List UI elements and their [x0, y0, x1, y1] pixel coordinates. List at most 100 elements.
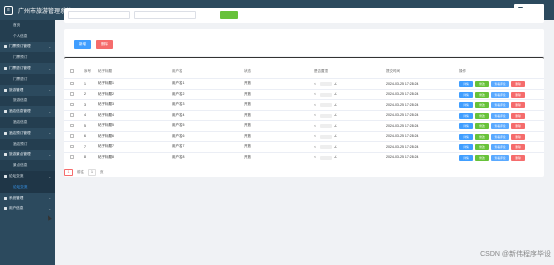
column-header: 是否置顶 [314, 68, 328, 73]
row-delete-button[interactable]: 删除 [511, 133, 525, 140]
detail-button[interactable]: 详情 [459, 112, 473, 119]
sidebar-item[interactable]: 门票预订 [0, 52, 55, 64]
search-input-2[interactable] [134, 11, 196, 19]
pin-toggle[interactable] [320, 92, 332, 97]
edit-button[interactable]: 修改 [475, 112, 489, 119]
edit-icon[interactable]: ∠ [334, 92, 337, 96]
sidebar-item[interactable]: 门票退订 [0, 73, 55, 85]
row-checkbox[interactable] [70, 81, 74, 86]
sidebar-item[interactable]: 酒店预订 [0, 138, 55, 150]
share-icon[interactable]: < [314, 134, 316, 138]
edit-icon[interactable]: ∠ [334, 124, 337, 128]
menu-group-icon [4, 131, 7, 135]
sidebar-group[interactable]: 门票退订管理 ⌄ [0, 63, 55, 74]
add-button[interactable]: 新增 [74, 40, 91, 49]
column-header: 状态 [244, 68, 251, 73]
edit-button[interactable]: 修改 [475, 154, 489, 161]
row-delete-button[interactable]: 删除 [511, 112, 525, 119]
sidebar-item[interactable]: 景点信息 [0, 160, 55, 172]
pin-toggle[interactable] [320, 145, 332, 149]
sidebar-item[interactable]: 论坛交流 [0, 181, 55, 193]
row-delete-button[interactable]: 删除 [511, 144, 525, 150]
edit-button[interactable]: 修改 [475, 91, 489, 98]
cell-no: 8 [84, 155, 86, 159]
row-checkbox[interactable] [70, 134, 74, 138]
page-input[interactable]: 1 [88, 168, 96, 176]
sidebar-item[interactable]: 首页 [0, 20, 55, 31]
edit-icon[interactable]: ∠ [334, 113, 337, 117]
delete-button[interactable]: 删除 [96, 40, 113, 49]
row-delete-button[interactable]: 删除 [511, 123, 525, 129]
comment-button[interactable]: 查看评论 [491, 112, 509, 119]
sidebar-item[interactable]: 个人信息 [0, 30, 55, 42]
table-row: 8 帖子标题8 用户名8 开放 < ∠ 2024-03-25 17:28:24 详情 修改 查看评… [64, 151, 544, 162]
edit-button[interactable]: 修改 [475, 81, 489, 87]
sidebar-group[interactable]: 酒店信息管理 ⌄ [0, 106, 55, 117]
detail-button[interactable]: 详情 [459, 102, 473, 108]
comment-button[interactable]: 查看评论 [491, 154, 509, 161]
share-icon[interactable]: < [314, 103, 316, 107]
share-icon[interactable]: < [314, 124, 316, 128]
comment-button[interactable]: 查看评论 [491, 91, 509, 98]
edit-icon[interactable]: ∠ [334, 82, 337, 86]
comment-button[interactable]: 查看评论 [491, 144, 509, 150]
menu-icon[interactable]: ≡ [4, 5, 13, 15]
edit-button[interactable]: 修改 [475, 144, 489, 150]
edit-button[interactable]: 修改 [475, 123, 489, 129]
sidebar-label: 论坛交流 [13, 184, 28, 189]
row-checkbox[interactable] [70, 123, 74, 128]
share-icon[interactable]: < [314, 82, 316, 86]
sidebar-label: 个人信息 [13, 33, 28, 38]
sidebar-item[interactable]: 酒店信息 [0, 117, 55, 128]
row-checkbox[interactable] [70, 155, 74, 159]
row-delete-button[interactable]: 删除 [511, 154, 525, 161]
sidebar-group[interactable]: 门票预订管理 ⌄ [0, 42, 55, 53]
pin-toggle[interactable] [320, 124, 332, 128]
detail-button[interactable]: 详情 [459, 133, 473, 140]
pin-toggle[interactable] [320, 113, 332, 118]
row-delete-button[interactable]: 删除 [511, 102, 525, 108]
detail-button[interactable]: 详情 [459, 91, 473, 98]
detail-button[interactable]: 详情 [459, 81, 473, 87]
edit-icon[interactable]: ∠ [334, 145, 337, 149]
row-delete-button[interactable]: 删除 [511, 91, 525, 98]
row-checkbox[interactable] [70, 92, 74, 96]
sidebar-group[interactable]: 酒店预订管理 ⌄ [0, 128, 55, 139]
sidebar-group[interactable]: 旅游景点管理 ⌄ [0, 150, 55, 161]
edit-icon[interactable]: ∠ [334, 103, 337, 107]
sidebar-group[interactable]: 系统管理 ⌄ [0, 193, 55, 204]
edit-icon[interactable]: ∠ [334, 155, 337, 159]
comment-button[interactable]: 查看评论 [491, 81, 509, 87]
sidebar-item[interactable]: 旅游信息 [0, 95, 55, 107]
pin-toggle[interactable] [320, 155, 332, 160]
sidebar-group[interactable]: 用户信息 ⌄ [0, 204, 55, 215]
pin-toggle[interactable] [320, 134, 332, 139]
share-icon[interactable]: < [314, 145, 316, 149]
share-icon[interactable]: < [314, 113, 316, 117]
row-checkbox[interactable] [70, 144, 74, 149]
search-button[interactable] [220, 11, 238, 19]
comment-button[interactable]: 查看评论 [491, 102, 509, 108]
detail-button[interactable]: 详情 [459, 123, 473, 129]
share-icon[interactable]: < [314, 155, 316, 159]
select-all-checkbox[interactable] [70, 69, 74, 73]
sidebar-group[interactable]: 旅游管理 ⌄ [0, 85, 55, 96]
sidebar-group[interactable]: 论坛交流 ⌄ [0, 171, 55, 182]
cell-time: 2024-03-25 17:28:24 [386, 123, 419, 128]
row-checkbox[interactable] [70, 113, 74, 117]
edit-button[interactable]: 修改 [475, 102, 489, 108]
detail-button[interactable]: 详情 [459, 154, 473, 161]
row-delete-button[interactable]: 删除 [511, 81, 525, 87]
comment-button[interactable]: 查看评论 [491, 133, 509, 140]
row-checkbox[interactable] [70, 102, 74, 107]
comment-button[interactable]: 查看评论 [491, 123, 509, 129]
search-input-1[interactable] [68, 11, 130, 19]
pin-toggle[interactable] [320, 103, 332, 107]
pin-toggle[interactable] [320, 82, 332, 86]
detail-button[interactable]: 详情 [459, 144, 473, 150]
cell-status: 开放 [244, 91, 251, 96]
edit-button[interactable]: 修改 [475, 133, 489, 140]
edit-icon[interactable]: ∠ [334, 134, 337, 138]
share-icon[interactable]: < [314, 92, 316, 96]
page-current[interactable]: 1 [64, 168, 73, 176]
